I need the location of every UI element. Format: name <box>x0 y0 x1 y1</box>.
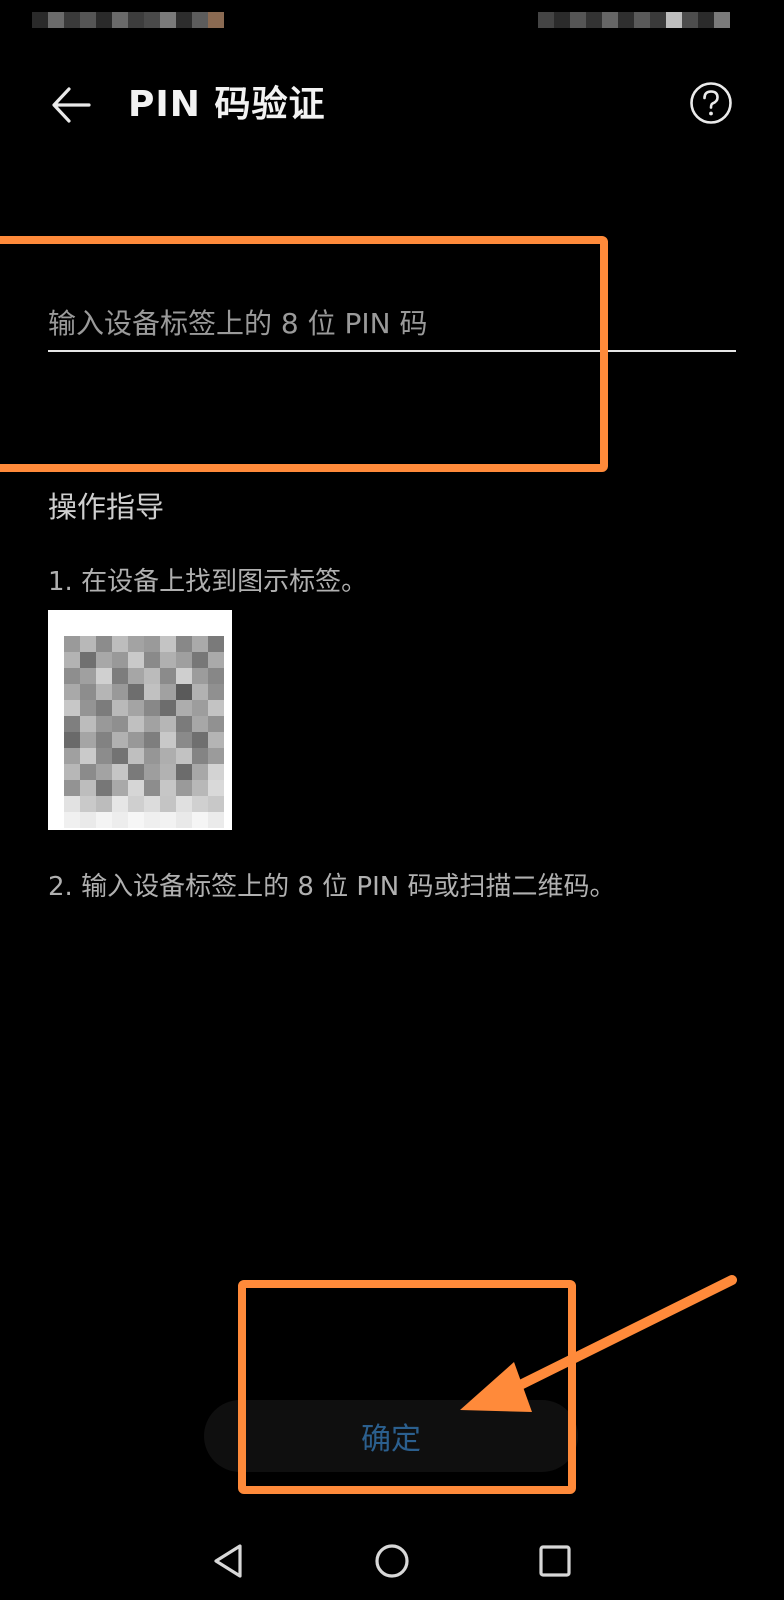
guide-title: 操作指导 <box>48 490 165 524</box>
nav-home-button[interactable] <box>367 1536 417 1586</box>
nav-recents-icon <box>539 1545 571 1577</box>
status-bar-left <box>32 12 228 46</box>
help-button[interactable] <box>689 81 733 125</box>
status-bar-right <box>538 12 736 46</box>
help-icon <box>690 82 732 124</box>
nav-back-button[interactable] <box>204 1536 254 1586</box>
page-title: PIN 码验证 <box>128 84 326 125</box>
nav-recents-button[interactable] <box>530 1536 580 1586</box>
device-label-image <box>48 610 232 830</box>
pixelated-label-graphic <box>64 636 224 828</box>
guide-step-1: 1. 在设备上找到图示标签。 <box>48 567 368 597</box>
nav-back-icon <box>214 1544 242 1578</box>
highlight-box-pin-input <box>0 236 608 472</box>
guide-step-2: 2. 输入设备标签上的 8 位 PIN 码或扫描二维码。 <box>48 872 616 902</box>
back-button[interactable] <box>44 78 98 132</box>
nav-home-icon <box>375 1544 409 1578</box>
annotation-arrow-icon <box>460 1275 737 1412</box>
back-arrow-icon <box>52 87 91 123</box>
